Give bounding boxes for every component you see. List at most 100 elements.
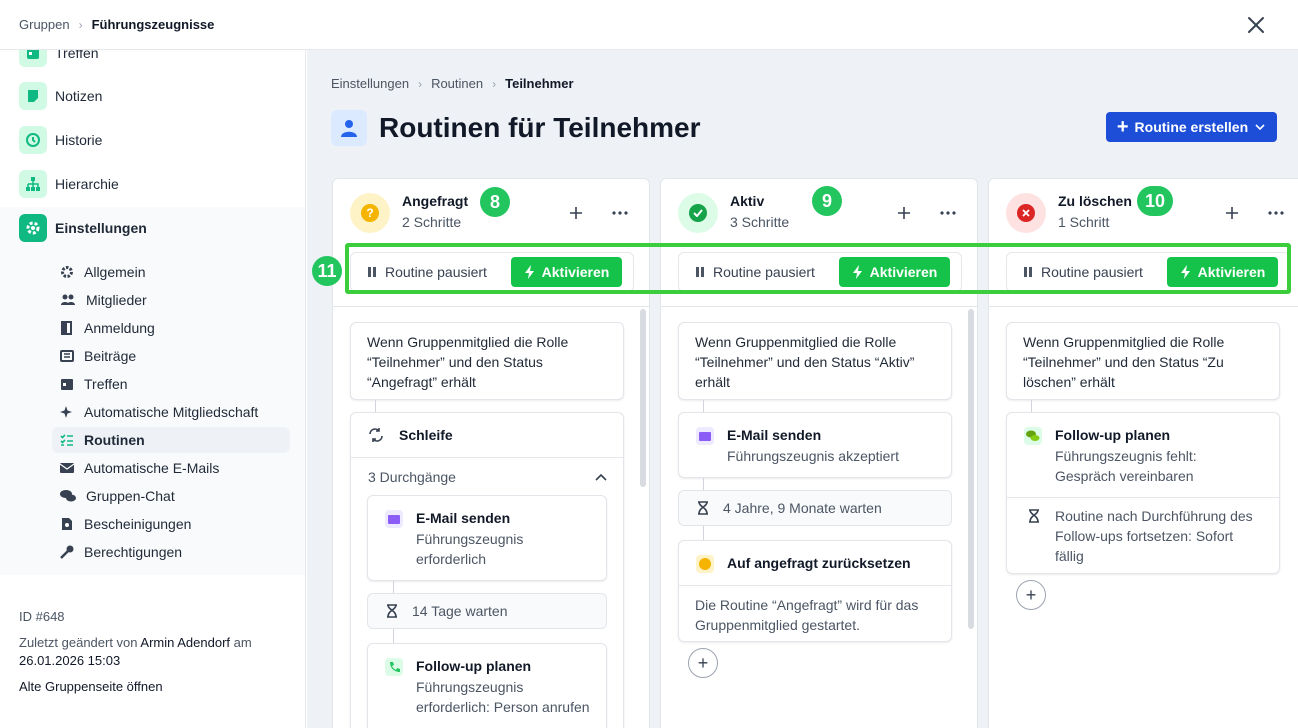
scrollbar[interactable] <box>968 309 974 629</box>
sidebar-item-treffen[interactable]: Treffen <box>19 50 99 68</box>
settings-label: Mitglieder <box>86 292 147 308</box>
sidebar-item-historie[interactable]: Historie <box>19 125 102 155</box>
connector-line <box>1031 400 1032 412</box>
breadcrumb: Einstellungen › Routinen › Teilnehmer <box>331 76 574 91</box>
annotation-badge-10: 10 <box>1137 186 1173 216</box>
connector-line <box>393 581 394 593</box>
settings-label: Anmeldung <box>84 320 155 336</box>
scrollbar[interactable] <box>640 309 646 487</box>
hierarchy-icon <box>19 170 47 198</box>
step-card-email[interactable]: E-Mail senden Führungszeugnis erforderli… <box>367 495 607 581</box>
connector-line <box>375 400 376 412</box>
old-group-page-link[interactable]: Alte Gruppenseite öffnen <box>19 678 163 696</box>
more-icon[interactable] <box>610 203 630 223</box>
sidebar-item-label: Treffen <box>55 50 99 61</box>
gear-icon <box>19 214 47 242</box>
add-step-button[interactable]: + <box>688 648 718 678</box>
check-icon <box>689 204 707 222</box>
settings-automatische-emails[interactable]: Automatische E-Mails <box>52 455 290 481</box>
settings-treffen[interactable]: Treffen <box>52 371 290 397</box>
user-icon <box>331 110 367 146</box>
chevron-right-icon: › <box>492 76 497 91</box>
wait-label: 14 Tage warten <box>412 603 508 619</box>
sidebar-item-label: Hierarchie <box>55 176 119 192</box>
trigger-text: Wenn Gruppenmitglied die Rolle “Teilnehm… <box>695 334 915 390</box>
chevron-down-icon <box>1255 124 1265 131</box>
settings-allgemein[interactable]: Allgemein <box>52 259 290 285</box>
settings-mitglieder[interactable]: Mitglieder <box>52 287 290 313</box>
annotation-badge-8: 8 <box>480 187 510 217</box>
annotation-badge-11: 11 <box>312 256 342 286</box>
breadcrumb-current: Führungszeugnisse <box>91 17 215 32</box>
breadcrumb-groups[interactable]: Gruppen <box>19 17 70 32</box>
settings-label: Beiträge <box>84 348 137 364</box>
more-icon[interactable] <box>1266 203 1286 223</box>
last-changed-date: 26.01.2026 15:03 <box>19 653 121 668</box>
question-icon <box>696 555 714 573</box>
plus-icon[interactable] <box>1222 203 1242 223</box>
last-changed-am: am <box>230 635 252 650</box>
settings-label: Routinen <box>84 432 145 448</box>
last-changed: Zuletzt geändert von Armin Adendorf am <box>19 634 279 652</box>
chat-icon <box>1024 427 1042 445</box>
wait-step[interactable]: 4 Jahre, 9 Monate warten <box>678 490 952 526</box>
trigger-text: Wenn Gruppenmitglied die Rolle “Teilnehm… <box>367 334 569 390</box>
settings-anmeldung[interactable]: Anmeldung <box>52 315 290 341</box>
settings-label: Allgemein <box>84 264 146 280</box>
create-routine-label: Routine erstellen <box>1134 119 1249 135</box>
step-title: Follow-up planen <box>416 658 532 674</box>
loop-title: Schleife <box>399 427 453 443</box>
plus-icon[interactable] <box>894 203 914 223</box>
create-routine-button[interactable]: + Routine erstellen <box>1106 112 1277 142</box>
key-icon <box>60 545 74 559</box>
top-bar: Gruppen › Führungszeugnisse <box>0 0 1298 50</box>
wait-step[interactable]: 14 Tage warten <box>367 593 607 629</box>
last-changed-prefix: Zuletzt geändert von <box>19 635 141 650</box>
settings-label: Treffen <box>84 376 128 392</box>
connector-line <box>703 478 704 490</box>
column-step-count: 3 Schritte <box>730 214 790 230</box>
envelope-icon <box>696 427 714 445</box>
sidebar-item-einstellungen[interactable]: Einstellungen <box>19 213 147 243</box>
plus-icon[interactable] <box>566 203 586 223</box>
last-changed-user: Armin Adendorf <box>140 635 231 650</box>
settings-berechtigungen[interactable]: Berechtigungen <box>52 539 290 565</box>
sidebar-item-label: Einstellungen <box>55 220 147 236</box>
plus-icon: + <box>1116 116 1129 138</box>
close-icon[interactable] <box>1244 13 1268 37</box>
plus-icon: + <box>697 652 709 673</box>
hourglass-icon <box>1029 509 1039 523</box>
page-title: Routinen für Teilnehmer <box>379 112 701 143</box>
sidebar-item-notizen[interactable]: Notizen <box>19 81 102 111</box>
step-card-follow-up[interactable]: Follow-up planen Führungszeugnis fehlt: … <box>1006 412 1280 574</box>
loop-card: Schleife 3 Durchgänge E-Mail senden Führ… <box>350 412 624 728</box>
divider <box>679 585 951 586</box>
settings-bescheinigungen[interactable]: Bescheinigungen <box>52 511 290 537</box>
settings-label: Bescheinigungen <box>84 516 192 532</box>
add-step-button[interactable]: + <box>1016 580 1046 610</box>
trigger-card[interactable]: Wenn Gruppenmitglied die Rolle “Teilnehm… <box>1006 322 1280 400</box>
status-indicator: ? <box>350 193 390 233</box>
step-card-follow-up[interactable]: Follow-up planen Führungszeugnis erforde… <box>367 643 607 728</box>
step-subtitle: Die Routine “Angefragt” wird für das Gru… <box>695 597 919 633</box>
breadcrumb-settings[interactable]: Einstellungen <box>331 76 409 91</box>
step-card-email[interactable]: E-Mail senden Führungszeugnis akzeptiert <box>678 412 952 478</box>
settings-gruppen-chat[interactable]: Gruppen-Chat <box>52 483 290 509</box>
divider <box>351 457 623 458</box>
breadcrumb-routines[interactable]: Routinen <box>431 76 483 91</box>
chevron-up-icon[interactable] <box>594 472 608 482</box>
step-title: Auf angefragt zurücksetzen <box>727 555 911 571</box>
trigger-card[interactable]: Wenn Gruppenmitglied die Rolle “Teilnehm… <box>350 322 624 400</box>
certificate-icon <box>62 518 72 530</box>
more-icon[interactable] <box>938 203 958 223</box>
settings-label: Automatische Mitgliedschaft <box>84 404 259 420</box>
column-title: Aktiv <box>730 193 765 209</box>
annotation-badge-9: 9 <box>812 186 842 216</box>
settings-automatische-mitgliedschaft[interactable]: Automatische Mitgliedschaft <box>52 399 290 425</box>
settings-routinen[interactable]: Routinen <box>52 427 290 453</box>
gear-icon <box>61 266 73 278</box>
step-card-reset[interactable]: Auf angefragt zurücksetzen Die Routine “… <box>678 540 952 642</box>
sidebar-item-hierarchie[interactable]: Hierarchie <box>19 169 119 199</box>
trigger-card[interactable]: Wenn Gruppenmitglied die Rolle “Teilnehm… <box>678 322 952 400</box>
settings-beitraege[interactable]: Beiträge <box>52 343 290 369</box>
